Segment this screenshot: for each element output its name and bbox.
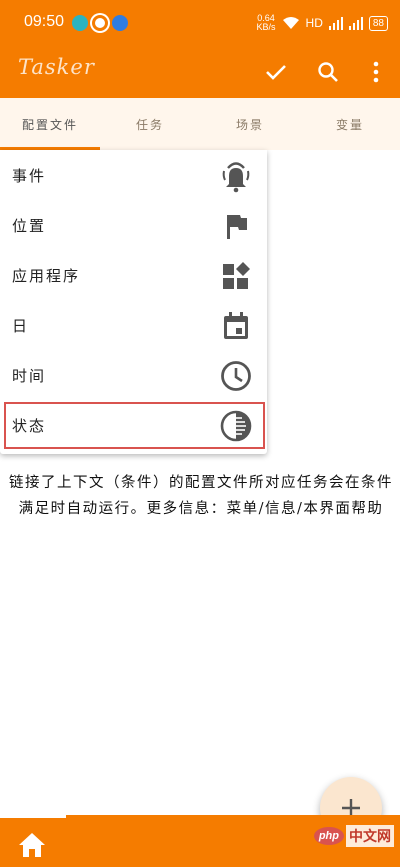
context-type-menu: 事件 位置 应用程序 日 时间 状态 [0,150,267,454]
info-text: 链接了上下文（条件）的配置文件所对应任务会在条件满足时自动运行。更多信息：菜单/… [9,475,393,517]
network-type: HD [305,16,323,30]
notification-app-icon-1 [72,15,88,31]
network-speed-unit: KB/s [256,22,276,32]
overflow-menu-button[interactable] [358,54,394,90]
watermark: php 中文网 [313,825,394,847]
tab-tasks[interactable]: 任务 [100,98,200,150]
status-bar: 09:50 0.64 KB/s HD 88 [0,0,400,46]
menu-item-event[interactable]: 事件 [0,150,267,200]
menu-item-label: 应用程序 [12,267,81,285]
calendar-icon [217,307,255,345]
wifi-icon [282,17,299,29]
signal-icon [328,16,343,30]
tab-scenes[interactable]: 场景 [200,98,300,150]
search-icon [318,62,338,82]
tab-variables[interactable]: 变量 [300,98,400,150]
menu-item-label: 日 [12,317,30,335]
battery-indicator: 88 [368,15,388,31]
menu-item-label: 位置 [12,217,47,235]
bottom-bar: php 中文网 [0,815,400,867]
more-vert-icon [373,61,379,83]
highlight-annotation [4,402,265,449]
clock-icon [217,357,255,395]
watermark-php: php [313,827,344,845]
watermark-site: 中文网 [346,825,394,847]
home-button[interactable] [14,827,50,863]
check-icon [266,65,286,80]
menu-item-day[interactable]: 日 [0,300,267,350]
tab-bar: 配置文件 任务 场景 变量 [0,98,400,150]
menu-item-location[interactable]: 位置 [0,200,267,250]
app-title: Tasker [18,55,95,79]
tab-profiles[interactable]: 配置文件 [0,98,100,150]
tab-label: 场景 [235,117,264,132]
app-bar: Tasker [0,46,400,98]
bottom-strip [0,815,66,818]
signal-icon-2 [348,16,363,30]
status-time: 09:50 [24,13,65,30]
bell-icon [217,157,255,195]
home-icon [19,833,45,857]
widgets-icon [217,257,255,295]
confirm-button[interactable] [258,54,294,90]
menu-item-application[interactable]: 应用程序 [0,250,267,300]
search-button[interactable] [310,54,346,90]
menu-item-label: 事件 [12,167,47,185]
status-indicators: 0.64 KB/s HD 88 [257,14,388,32]
tab-label: 变量 [335,117,364,132]
tab-label: 任务 [135,117,164,132]
notification-app-icon-2 [92,15,108,31]
notification-app-icon-3 [112,15,128,31]
flag-icon [217,207,255,245]
menu-item-time[interactable]: 时间 [0,350,267,400]
tab-label: 配置文件 [21,117,78,132]
menu-item-label: 时间 [12,367,47,385]
network-speed: 0.64 KB/s [257,14,276,32]
